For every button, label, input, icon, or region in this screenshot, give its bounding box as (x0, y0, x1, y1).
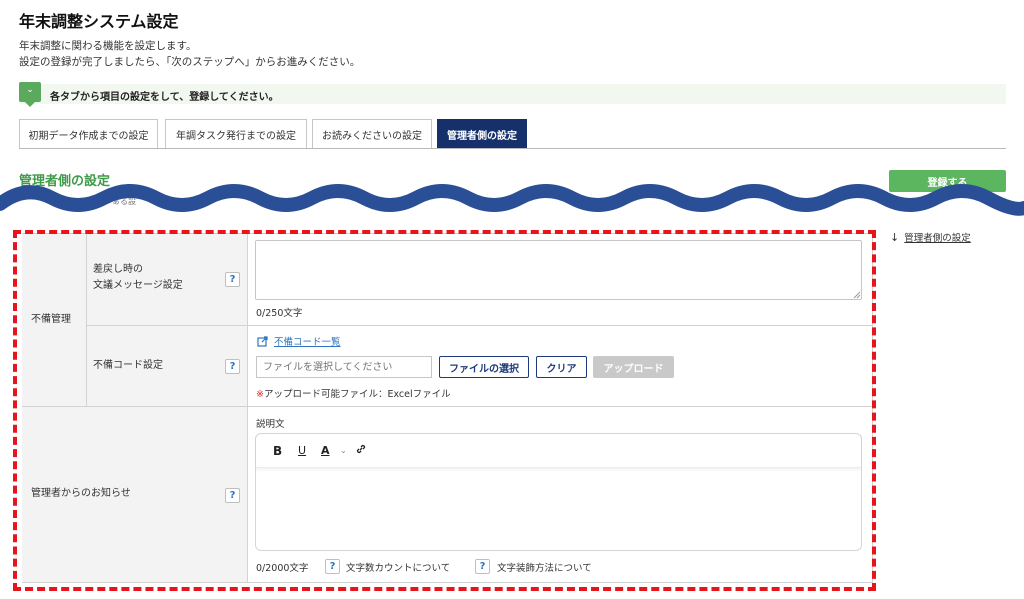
row2-label: 不備コード設定 (93, 360, 163, 371)
notice-text: 各タブから項目の設定をして、登録してください。 (50, 92, 279, 103)
reject-message-textarea[interactable] (255, 240, 862, 300)
chevron-down-icon[interactable]: ⌄ (340, 446, 347, 455)
row1-label-cell: 差戻し時の 文議メッセージ設定 ? (87, 234, 248, 326)
decoration-help-link[interactable]: 文字装飾方法について (497, 560, 592, 574)
rich-text-editor[interactable]: B U A ⌄ (255, 433, 862, 551)
row1-label-line2: 文議メッセージ設定 (93, 280, 183, 291)
tab-please-read[interactable]: お読みくださいの設定 (312, 119, 432, 148)
help-icon[interactable]: ? (475, 559, 490, 574)
editor-toolbar: B U A ⌄ (256, 434, 861, 468)
note-mark: ※ (256, 389, 264, 400)
tab-admin-settings[interactable]: 管理者側の設定 (437, 119, 527, 148)
resize-grip-icon[interactable] (853, 291, 861, 299)
row1-char-count: 0/250文字 (256, 308, 303, 319)
char-count-help-link[interactable]: 文字数カウントについて (346, 560, 450, 574)
group-label-cell: 不備管理 (22, 234, 87, 407)
text-color-button[interactable]: A (321, 444, 330, 457)
page-title: 年末調整システム設定 (19, 12, 179, 31)
upload-note: ※アップロード可能ファイル：Excelファイル (256, 389, 451, 400)
external-link-icon (257, 335, 268, 347)
upload-button[interactable]: アップロード (593, 356, 674, 378)
editor-label: 説明文 (256, 419, 285, 430)
row1-label-line1: 差戻し時の (93, 264, 143, 275)
help-icon[interactable]: ? (225, 359, 240, 374)
row3-label-cell: 管理者からのお知らせ ? (22, 407, 248, 583)
clear-button[interactable]: クリア (536, 356, 587, 378)
help-icon[interactable]: ? (225, 272, 240, 287)
row3-char-count: 0/2000文字 (256, 563, 309, 574)
group-label: 不備管理 (31, 314, 71, 325)
tab-task-issue[interactable]: 年調タスク発行までの設定 (165, 119, 307, 148)
defect-code-list-link[interactable]: 不備コード一覧 (257, 334, 341, 348)
arrow-down-icon: ↓ (890, 231, 900, 244)
wavy-divider (0, 184, 1024, 216)
side-nav-admin-settings[interactable]: ↓ 管理者側の設定 (890, 230, 971, 244)
chevron-down-icon[interactable]: ⌄ (19, 82, 41, 107)
help-icon[interactable]: ? (225, 488, 240, 503)
row3-label: 管理者からのお知らせ (31, 488, 131, 499)
tab-initial-data[interactable]: 初期データ作成までの設定 (19, 119, 158, 148)
select-file-button[interactable]: ファイルの選択 (439, 356, 529, 378)
underline-button[interactable]: U (298, 444, 306, 457)
notice-bar: ⌄ 各タブから項目の設定をして、登録してください。 (19, 82, 1006, 107)
link-icon[interactable] (355, 443, 367, 458)
page-description-line2: 設定の登録が完了しましたら、「次のステップへ」からお進みください。 (19, 56, 361, 68)
help-icon[interactable]: ? (325, 559, 340, 574)
tab-bar: 初期データ作成までの設定 年調タスク発行までの設定 お読みくださいの設定 管理者… (19, 119, 1006, 149)
bold-button[interactable]: B (273, 444, 282, 458)
row2-label-cell: 不備コード設定 ? (87, 326, 248, 407)
page-description-line1: 年末調整に関わる機能を設定します。 (19, 40, 197, 52)
file-path-input[interactable] (256, 356, 432, 378)
